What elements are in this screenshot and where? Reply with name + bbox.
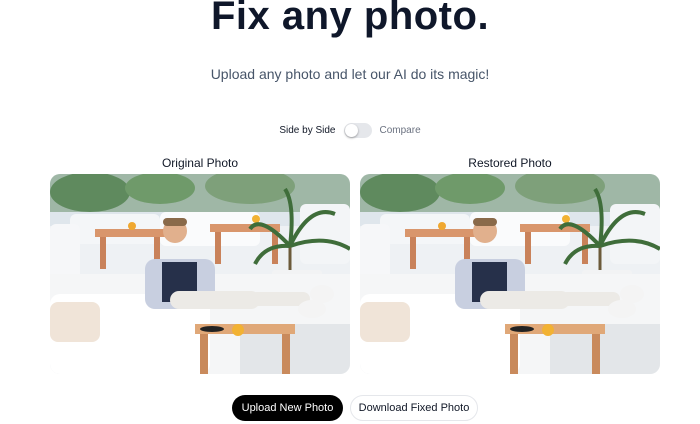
restored-photo — [360, 174, 660, 374]
page-title: Fix any photo. — [210, 0, 490, 38]
side-by-side-label: Side by Side — [279, 125, 336, 136]
upload-new-photo-button[interactable]: Upload New Photo — [232, 395, 343, 421]
toggle-knob — [344, 124, 358, 137]
view-mode-toggle[interactable] — [343, 123, 372, 138]
compare-label: Compare — [379, 125, 421, 136]
view-mode-toggle-row: Side by Side Compare — [0, 123, 700, 138]
original-photo-label: Original Photo — [161, 156, 239, 170]
download-fixed-photo-button[interactable]: Download Fixed Photo — [350, 395, 478, 421]
restored-photo-label: Restored Photo — [468, 156, 552, 170]
original-photo — [50, 174, 350, 374]
page-subtitle: Upload any photo and let our AI do its m… — [210, 66, 490, 82]
